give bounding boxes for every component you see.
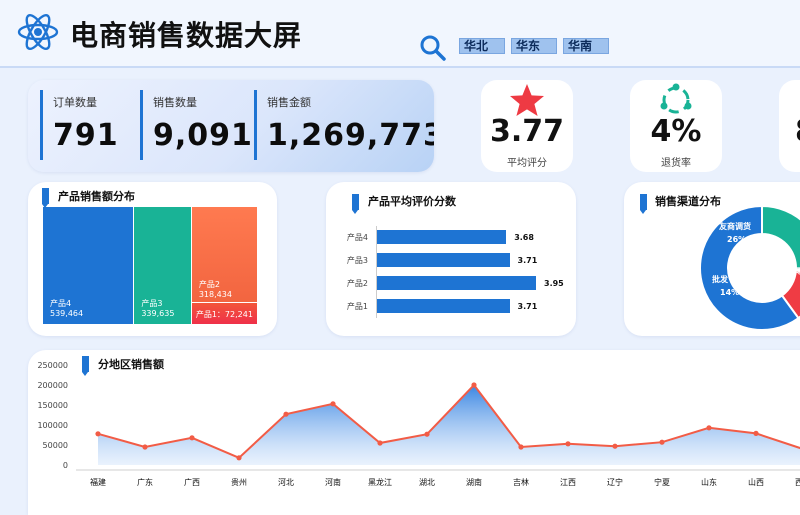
y-tick-label: 0 [63,461,68,470]
x-tick-label: 贵州 [231,477,247,487]
kpi-value: 1,269,773 [267,118,434,153]
bar-axis-line [376,226,377,318]
x-tick-label: 湖南 [466,477,482,487]
kpi-value: 9,091 [153,118,253,153]
data-point [95,431,100,436]
bar-value-label: 3.71 [518,256,538,265]
data-point [471,382,476,387]
star-icon [508,82,546,118]
region-sales-card: 分地区销售额 050000100000150000200000250000福建广… [28,350,800,515]
region-button-huanan[interactable]: 华南 [563,38,609,54]
third-metric-value: 8 [779,114,800,149]
x-tick-label: 山西 [748,477,764,487]
x-tick-label: 广西 [184,477,200,487]
donut-slice [762,206,800,272]
treemap-label: 产品1：72,241 [196,310,253,320]
rating-bar [376,299,510,313]
region-sales-area-chart: 0 50000 100000 150000 200000 250000 福建 广东 广西 贵州 河北… [28,350,800,515]
rating-bar [376,253,510,267]
bar-category-label: 产品4 [328,232,368,243]
region-button-huabei[interactable]: 华北 [459,38,505,54]
region-button-huadong[interactable]: 华东 [511,38,557,54]
avg-rating-card: 3.77 平均评分 [481,80,573,172]
donut-slice-name: 友商调货 [718,221,751,231]
search-icon[interactable] [419,34,447,62]
data-point [706,425,711,430]
avg-rating-value: 3.77 [481,114,573,149]
y-tick-label: 250000 [37,361,68,370]
rating-bar [376,230,506,244]
donut-slice-name: 零售 [795,266,800,276]
donut-slice-percent: 26% [727,235,746,244]
cycle-icon [657,82,695,118]
treemap-card: 产品销售额分布 产品4539,464 产品3339,635 产品2318,434 产品… [28,182,277,336]
atom-logo-icon [16,10,60,54]
page-title: 电商销售数据大屏 [70,14,302,54]
channel-donut-card: 销售渠道分布 友商调货26%批发14%零售6 [624,182,800,336]
section-flag-icon [352,194,359,210]
x-tick-label: 辽宁 [607,477,623,487]
channel-donut-chart: 友商调货26%批发14%零售6 [624,182,800,336]
section-flag-icon [42,188,49,204]
y-tick-label: 50000 [43,441,68,450]
return-rate-value: 4% [630,114,722,149]
x-tick-label: 黑龙江 [368,477,392,487]
kpi-value: 791 [53,118,119,153]
donut-slice-percent: 14% [720,288,739,297]
y-tick-label: 100000 [37,421,68,430]
x-tick-label: 河南 [325,477,341,487]
kpi-label: 销售数量 [153,94,253,110]
bar-category-label: 产品2 [328,278,368,289]
return-rate-card: 4% 退货率 [630,80,722,172]
x-tick-label: 广东 [137,477,153,487]
data-point [283,412,288,417]
kpi-label: 销售金额 [267,94,434,110]
y-tick-label: 150000 [37,401,68,410]
section-title: 产品平均评价分数 [368,193,456,209]
bar-value-label: 3.68 [514,233,534,242]
bar-value-label: 3.95 [544,279,564,288]
bar-category-label: 产品1 [328,301,368,312]
section-title: 产品销售额分布 [58,188,135,204]
donut-slice-name: 批发 [712,274,729,284]
data-point [330,401,335,406]
data-point [659,440,664,445]
bar-category-label: 产品3 [328,255,368,266]
treemap-label: 产品2318,434 [199,280,232,300]
x-tick-label: 福建 [90,477,106,487]
data-point [424,432,429,437]
x-tick-label: 西藏 [795,477,800,487]
kpi-order-count: 订单数量 791 [40,90,119,160]
data-point [142,444,147,449]
bar-value-label: 3.71 [518,302,538,311]
treemap-label: 产品4539,464 [50,299,83,319]
kpi-sales-amount: 销售金额 1,269,773 [254,90,434,160]
data-point [753,431,758,436]
data-point [189,435,194,440]
treemap-label: 产品3339,635 [141,299,174,319]
kpi-sales-quantity: 销售数量 9,091 [140,90,253,160]
third-metric-card: 8 [779,80,800,172]
return-rate-label: 退货率 [630,154,722,169]
kpi-panel: 订单数量 791 销售数量 9,091 销售金额 1,269,773 [28,80,434,172]
kpi-label: 订单数量 [53,94,119,110]
rating-bar-card: 产品平均评价分数 产品4 3.68 产品3 3.71 产品2 3.95 产品1 3.71 [326,182,576,336]
data-point [565,441,570,446]
area-fill [98,385,800,465]
data-point [377,440,382,445]
rating-bar [376,276,536,290]
x-tick-label: 宁夏 [654,477,670,487]
data-point [518,444,523,449]
data-point [612,444,617,449]
x-tick-label: 吉林 [513,477,529,487]
x-tick-label: 山东 [701,477,717,487]
avg-rating-label: 平均评分 [481,154,573,169]
y-tick-label: 200000 [37,381,68,390]
x-tick-label: 河北 [278,477,294,487]
x-tick-label: 湖北 [419,478,435,487]
x-tick-label: 江西 [560,478,576,487]
data-point [236,455,241,460]
